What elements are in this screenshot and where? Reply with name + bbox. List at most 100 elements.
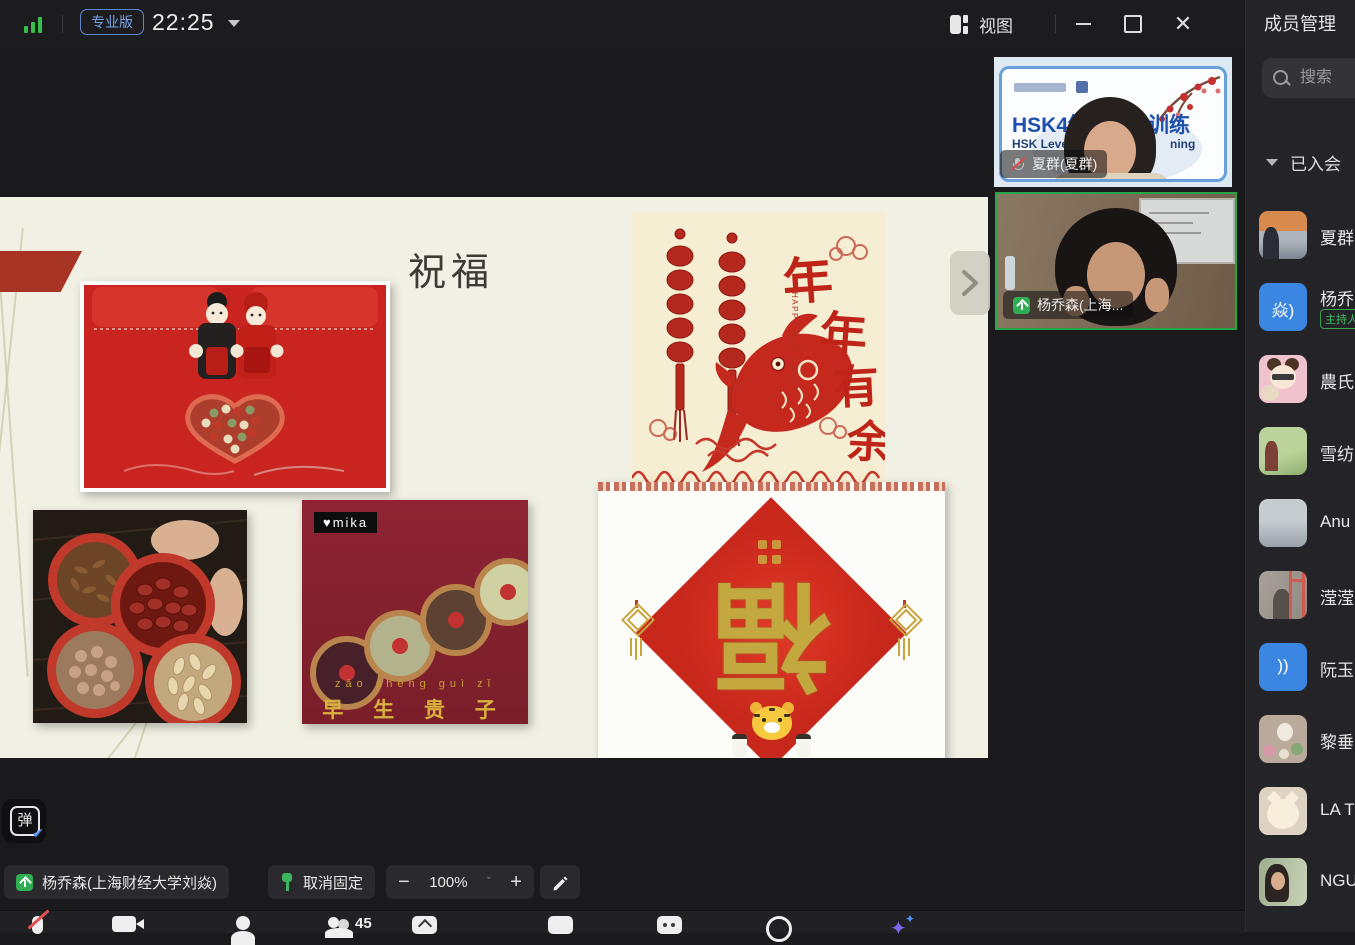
joined-section-header[interactable]: 已入会 [1266,150,1341,175]
member-avatar [1259,787,1307,835]
host-badge: 主持人 [1320,309,1355,329]
participant-count: 45 [355,915,372,932]
divider [1055,15,1056,33]
slide-title: 祝福 [408,241,494,296]
video-thumbnail-yangqiaosen[interactable]: 杨乔森(上海... [995,192,1237,330]
maximize-icon [1124,15,1142,33]
chat-button[interactable] [657,916,682,934]
screen-share-icon [16,874,33,891]
docs-icon [548,916,573,934]
maximize-button[interactable] [1118,10,1148,38]
participants-bodies [325,928,353,938]
camera-lens [136,919,144,929]
view-button[interactable]: 视图 [950,10,1013,38]
bottle [1005,256,1015,290]
next-slide-button[interactable] [950,251,990,315]
member-row[interactable]: 焱) 杨乔 主持人 [1246,283,1355,343]
unpin-button[interactable]: 取消固定 [268,865,375,899]
slide-image-papercut-fish: 年 年 有 余 HAPPY NEW YEAR [632,212,885,487]
mika-text: 早 生 贵 子 [302,694,528,724]
record-button[interactable] [766,916,792,942]
pin-icon [280,873,294,891]
screen-share-icon [1013,297,1030,314]
docs-button[interactable] [548,916,573,934]
minimize-button[interactable] [1068,10,1098,38]
member-row[interactable]: 夏群 [1246,211,1355,271]
member-name: 阮玉 [1320,656,1354,681]
participant-icon [236,916,250,930]
slide-image-nut-bowls [33,510,247,723]
presenter-name: 杨乔森(上海财经大学刘焱) [42,872,217,893]
hsk-subtitle-right: ning [1170,137,1195,151]
avatar-text: 焱) [1259,296,1307,321]
panel-title: 成员管理 [1264,10,1336,36]
annotate-button[interactable] [540,865,580,899]
share-screen-icon [412,916,437,934]
member-avatar [1259,499,1307,547]
member-row[interactable]: Anu [1246,499,1355,559]
video-participant-name: 夏群(夏群) [1032,154,1097,174]
zoom-caret-icon[interactable]: ˇ [487,876,491,888]
next-chevron-icon [959,268,981,298]
minimize-icon [1076,23,1091,25]
mic-button[interactable] [32,916,43,934]
slide-image-fu-diamond: 福 [598,482,945,758]
video-participant-name: 杨乔森(上海... [1037,295,1123,315]
fish-char-3: 有 [832,361,881,414]
zoom-in-button[interactable]: + [510,871,522,894]
member-avatar: 焱) [1259,283,1307,331]
member-name: 黎垂 [1320,728,1354,753]
invite-button[interactable] [236,916,250,930]
slide-image-wedding-dolls [80,281,390,492]
university-logo [1014,83,1066,92]
joined-section-label: 已入会 [1290,150,1341,175]
slide-ribbon-decoration [0,251,82,292]
close-icon: ✕ [1174,13,1192,35]
member-management-panel: 成员管理 已入会 夏群 焱) 杨乔 主持人 農氏 雪纺 Anu 滢滢 [1245,0,1355,932]
member-name: NGU [1320,871,1355,891]
camera-button[interactable] [112,916,136,932]
member-name: 雪纺 [1320,440,1354,465]
decorative-stem [0,257,29,676]
ai-sparkle-small-icon: ✦ [905,912,915,926]
slide-image-mika-card: ♥mika zǎo shēng guì zǐ 早 生 贵 子 [302,500,528,724]
avatar-text: )) [1259,656,1307,676]
member-row[interactable]: 農氏 [1246,355,1355,415]
member-avatar [1259,355,1307,403]
camera-icon [112,916,136,932]
member-name: 農氏 [1320,368,1354,393]
pencil-icon [551,873,569,891]
layout-view-icon [950,15,969,34]
ornate-border-decoration [598,482,945,491]
danmaku-toggle-button[interactable]: 弹 ✔ [2,799,46,843]
member-avatar [1259,427,1307,475]
caret-down-icon[interactable] [228,20,240,27]
close-button[interactable]: ✕ [1168,10,1198,38]
pro-version-badge[interactable]: 专业版 [80,9,144,35]
member-row[interactable]: 黎垂 [1246,715,1355,775]
unpin-label: 取消固定 [303,872,363,893]
record-icon [766,916,792,942]
decorative-grass [105,722,137,758]
fish-char-4: 余 [844,416,885,468]
member-row[interactable]: 雪纺 [1246,427,1355,487]
presenter-label-chip: 杨乔森(上海财经大学刘焱) [4,865,229,899]
check-icon: ✔ [32,825,44,842]
mika-brand-chip: ♥mika [314,512,377,533]
view-label: 视图 [979,12,1013,37]
member-row[interactable]: LA T [1246,787,1355,847]
member-row[interactable]: 滢滢 [1246,571,1355,631]
shared-screen-slide: 祝福 [0,197,988,758]
member-avatar [1259,571,1307,619]
member-avatar [1259,715,1307,763]
member-row[interactable]: )) 阮玉 [1246,643,1355,703]
ai-assistant-button[interactable]: ✦ ✦ [890,916,907,941]
zoom-out-button[interactable]: − [398,871,410,894]
member-row[interactable]: NGU [1246,858,1355,918]
video-name-bar: 杨乔森(上海... [1003,291,1133,319]
video-thumbnail-xiaqun[interactable]: HSK4级 训练 HSK Level IV ning 夏群(夏群) [994,57,1232,187]
divider [62,15,63,33]
zoom-value[interactable]: 100% [429,874,467,891]
share-screen-button[interactable] [412,916,437,934]
video-name-bar: 夏群(夏群) [1000,150,1107,178]
